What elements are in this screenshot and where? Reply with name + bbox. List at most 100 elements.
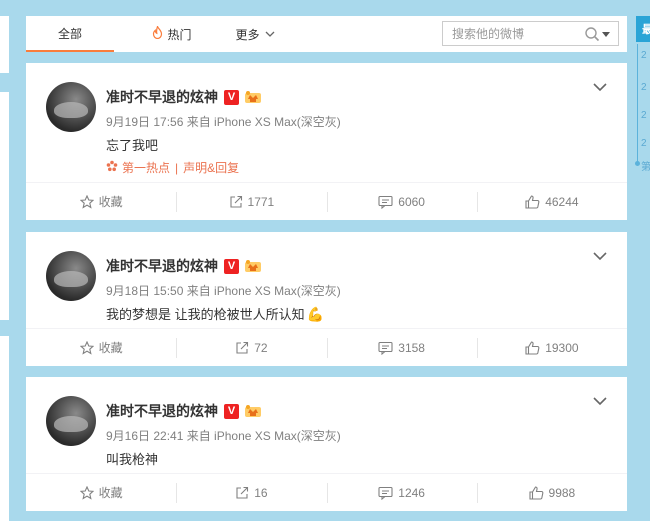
hot-topic-line: 第一热点 | 声明&回复 (106, 159, 239, 176)
author-name[interactable]: 准时不早退的炫神 V (106, 256, 262, 276)
collect-button[interactable]: 收藏 (26, 474, 176, 511)
thumbs-up-icon (525, 194, 540, 209)
author-name-text[interactable]: 准时不早退的炫神 (106, 87, 218, 107)
author-name[interactable]: 准时不早退的炫神 V (106, 401, 262, 421)
forward-icon (236, 486, 249, 499)
timeline-year-item[interactable]: 2 (641, 82, 647, 93)
forward-count: 16 (254, 485, 268, 500)
forward-icon (229, 195, 242, 208)
author-name-text[interactable]: 准时不早退的炫神 (106, 401, 218, 421)
post-content: 忘了我吧 (106, 138, 159, 153)
collect-label: 收藏 (98, 486, 123, 500)
post-menu-chevron-icon[interactable] (593, 395, 607, 406)
like-button[interactable]: 46244 (476, 183, 627, 220)
comment-count: 6060 (398, 194, 425, 209)
avatar[interactable] (46, 396, 96, 446)
forward-button[interactable]: 1771 (176, 183, 326, 220)
post-menu-chevron-icon[interactable] (593, 250, 607, 261)
like-button[interactable]: 19300 (476, 329, 627, 366)
tab-hot-label: 热门 (167, 27, 192, 42)
author-name[interactable]: 准时不早退的炫神 V (106, 87, 262, 107)
search-dropdown-icon[interactable] (602, 29, 610, 39)
author-name-text[interactable]: 准时不早退的炫神 (106, 256, 218, 276)
post-meta[interactable]: 9月18日 15:50 来自 iPhone XS Max(深空灰) (106, 282, 341, 299)
collect-label: 收藏 (98, 195, 123, 209)
comment-button[interactable]: 6060 (326, 183, 477, 220)
post-action-bar: 收藏 1771 6060 46244 (26, 182, 627, 220)
search-box (442, 21, 619, 46)
tab-more[interactable]: 更多 (230, 16, 280, 52)
like-count: 46244 (545, 194, 579, 209)
forward-button[interactable]: 72 (176, 329, 326, 366)
thumbs-up-icon (528, 485, 543, 500)
timeline-line (637, 44, 638, 164)
member-crown-icon[interactable] (244, 90, 262, 104)
forward-count: 1771 (247, 194, 275, 209)
tab-hot[interactable]: 热门 (114, 16, 230, 52)
right-timeline-column: 最 2 2 2 2 第 (635, 0, 650, 521)
star-icon (79, 340, 94, 355)
comment-count: 1246 (398, 485, 425, 500)
post-card: 准时不早退的炫神 V 9月18日 15:50 来自 iPhone XS Max(… (26, 232, 627, 366)
member-crown-icon[interactable] (244, 404, 262, 418)
left-panel-edge (0, 92, 9, 320)
forward-count: 72 (254, 340, 268, 355)
star-icon (79, 194, 94, 209)
left-panel-edge (0, 336, 9, 521)
timeline-year-item[interactable]: 第 (641, 158, 650, 173)
tab-all-label: 全部 (57, 26, 82, 41)
forward-button[interactable]: 16 (176, 474, 326, 511)
comment-icon (378, 341, 393, 355)
search-input[interactable] (443, 22, 584, 45)
like-count: 9988 (548, 485, 576, 500)
thumbs-up-icon (525, 340, 540, 355)
timeline-dot (635, 161, 640, 166)
tab-more-label: 更多 (235, 27, 260, 42)
post-content: 我的梦想是 让我的枪被世人所认知 💪 (106, 304, 324, 323)
comment-button[interactable]: 3158 (326, 329, 477, 366)
collect-button[interactable]: 收藏 (26, 183, 176, 220)
timeline-year-item[interactable]: 2 (641, 50, 647, 61)
post-action-bar: 收藏 16 1246 9988 (26, 473, 627, 511)
post-meta[interactable]: 9月19日 17:56 来自 iPhone XS Max(深空灰) (106, 113, 341, 130)
collect-button[interactable]: 收藏 (26, 329, 176, 366)
post-meta[interactable]: 9月16日 22:41 来自 iPhone XS Max(深空灰) (106, 427, 341, 444)
post-card: 准时不早退的炫神 V 9月19日 17:56 来自 iPhone XS Max(… (26, 63, 627, 220)
feed-tab-bar: 全部 热门 更多 (26, 16, 627, 52)
verified-badge-icon[interactable]: V (224, 403, 239, 419)
left-panel-edge (0, 16, 9, 73)
hot-topic-link[interactable]: 第一热点 (122, 159, 170, 176)
timeline-nav: 2 2 2 2 第 (635, 44, 650, 174)
post-menu-chevron-icon[interactable] (593, 81, 607, 92)
member-crown-icon[interactable] (244, 259, 262, 273)
comment-button[interactable]: 1246 (326, 474, 477, 511)
post-content-text: 我的梦想是 让我的枪被世人所认知 (106, 307, 305, 322)
like-button[interactable]: 9988 (476, 474, 627, 511)
search-icon[interactable] (584, 26, 600, 42)
hot-separator: | (175, 160, 179, 175)
fire-icon (152, 24, 163, 42)
post-card: 准时不早退的炫神 V 9月16日 22:41 来自 iPhone XS Max(… (26, 377, 627, 511)
verified-badge-icon[interactable]: V (224, 258, 239, 274)
timeline-tab[interactable]: 最 (636, 16, 650, 42)
timeline-year-item[interactable]: 2 (641, 138, 647, 149)
comment-count: 3158 (398, 340, 425, 355)
timeline-tab-label: 最 (642, 24, 650, 36)
strong-arm-emoji-icon: 💪 (306, 306, 325, 322)
forward-icon (236, 341, 249, 354)
post-action-bar: 收藏 72 3158 19300 (26, 328, 627, 366)
avatar[interactable] (46, 82, 96, 132)
chevron-down-icon (265, 29, 275, 40)
hot-flower-icon (106, 160, 118, 175)
comment-icon (378, 486, 393, 500)
timeline-year-item[interactable]: 2 (641, 110, 647, 121)
collect-label: 收藏 (98, 341, 123, 355)
statement-reply-link[interactable]: 声明&回复 (183, 159, 239, 176)
star-icon (79, 485, 94, 500)
comment-icon (378, 195, 393, 209)
post-content: 叫我枪神 (106, 452, 159, 467)
verified-badge-icon[interactable]: V (224, 89, 239, 105)
tab-all[interactable]: 全部 (26, 16, 114, 52)
like-count: 19300 (545, 340, 579, 355)
avatar[interactable] (46, 251, 96, 301)
